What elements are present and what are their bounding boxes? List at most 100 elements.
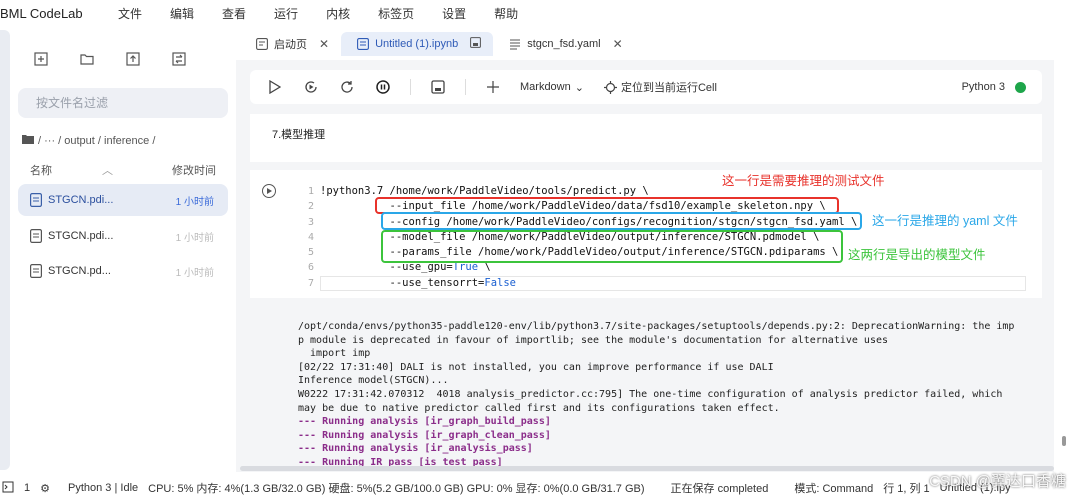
- tab-notebook[interactable]: Untitled (1).ipynb: [341, 32, 494, 56]
- menu-bar: BML CodeLab 文件 编辑 查看 运行 内核 标签页 设置 帮助: [0, 0, 1080, 26]
- kernel-status-dot: [1015, 81, 1026, 93]
- refresh-files-icon[interactable]: [168, 48, 190, 70]
- terminal-count: 1: [24, 482, 31, 494]
- sort-chevron-icon[interactable]: ︿: [102, 165, 113, 177]
- interrupt-kernel-icon[interactable]: [374, 78, 392, 96]
- locate-label: 定位到当前运行Cell: [620, 82, 717, 94]
- output-line: p module is deprecated in favour of impo…: [298, 334, 889, 346]
- file-browser-sidebar: 按文件名过滤 / ··· / output / inference / 名称 ︿ …: [0, 30, 236, 470]
- code-line: --use_tensorrt=False: [320, 276, 516, 289]
- line-number: 3: [307, 216, 314, 228]
- tab-label: stgcn_fsd.yaml: [527, 38, 601, 50]
- close-tab-icon[interactable]: ✕: [319, 37, 329, 51]
- output-line: [02/22 17:31:40] DALI is not installed, …: [298, 361, 774, 373]
- file-name: STGCN.pdi...: [48, 230, 114, 242]
- kernel-status[interactable]: Python 3 | Idle: [68, 482, 138, 494]
- cell-type-value: Markdown: [520, 81, 571, 93]
- output-line: import imp: [298, 348, 371, 360]
- run-cell-button[interactable]: [262, 184, 276, 198]
- menu-file[interactable]: 文件: [118, 5, 142, 22]
- save-status: 正在保存 completed: [670, 483, 769, 495]
- menu-kernel[interactable]: 内核: [326, 5, 350, 22]
- close-tab-icon[interactable]: ✕: [613, 37, 623, 51]
- line-number: 6: [307, 262, 314, 274]
- chevron-down-icon: ⌄: [574, 81, 584, 94]
- save-state-icon[interactable]: [470, 37, 482, 51]
- file-filter-input[interactable]: 按文件名过滤: [18, 88, 228, 118]
- add-cell-icon[interactable]: [484, 78, 502, 96]
- mode-indicator[interactable]: 模式: Command: [794, 480, 873, 496]
- notebook-panel: Markdown ⌄ 定位到当前运行Cell Python 3 7.模型推理 1…: [236, 60, 1054, 472]
- markdown-heading: 7.模型推理: [272, 129, 326, 141]
- run-cell-icon[interactable]: [266, 78, 284, 96]
- keyword-true: True: [452, 261, 479, 274]
- save-notebook-icon[interactable]: [429, 78, 447, 96]
- folder-icon: [22, 134, 34, 147]
- breadcrumb-path[interactable]: / ··· / output / inference /: [38, 135, 155, 147]
- new-file-icon[interactable]: [30, 48, 52, 70]
- line-number: 2: [307, 201, 314, 213]
- output-line: may be due to native predictor called fi…: [298, 402, 780, 414]
- name-column-header[interactable]: 名称 ︿: [30, 162, 113, 178]
- markdown-cell[interactable]: 7.模型推理: [250, 114, 1042, 162]
- new-folder-icon[interactable]: [76, 48, 98, 70]
- line-number: 7: [307, 277, 314, 289]
- line-number: 1: [307, 186, 314, 197]
- annotation-model-files: 这两行是导出的模型文件: [848, 248, 986, 262]
- tab-label: 启动页: [274, 39, 307, 51]
- toolbar-divider: [465, 79, 466, 95]
- tab-launcher[interactable]: 启动页 ✕: [240, 32, 341, 56]
- upload-icon[interactable]: [122, 48, 144, 70]
- file-icon: [30, 229, 42, 243]
- kernel-name: Python 3: [961, 81, 1005, 93]
- breadcrumb[interactable]: / ··· / output / inference /: [22, 134, 155, 147]
- menu-help[interactable]: 帮助: [494, 5, 518, 22]
- line-number: 5: [307, 247, 314, 259]
- cell-output: /opt/conda/envs/python35-paddle120-env/l…: [298, 320, 1042, 470]
- gear-icon[interactable]: ⚙: [40, 482, 50, 495]
- menu-run[interactable]: 运行: [274, 5, 298, 22]
- terminal-count-icon[interactable]: [2, 481, 14, 496]
- menu-tabs[interactable]: 标签页: [378, 5, 414, 22]
- notebook-icon: [357, 38, 370, 50]
- file-list-item[interactable]: STGCN.pdi... 1 小时前: [18, 220, 228, 252]
- crosshair-icon: [603, 80, 617, 94]
- status-bar: 1 ⚙ Python 3 | Idle CPU: 5% 内存: 4%(1.3 G…: [0, 476, 1080, 500]
- menu-edit[interactable]: 编辑: [170, 5, 194, 22]
- restart-kernel-icon[interactable]: [338, 78, 356, 96]
- config-highlight-box: [381, 212, 862, 230]
- model-files-highlight-box: [381, 230, 843, 263]
- keyword-false: False: [484, 276, 516, 289]
- output-line: /opt/conda/envs/python35-paddle120-env/l…: [298, 321, 1015, 332]
- line-number-gutter: 1 2 3 4 5 6 7: [294, 184, 314, 291]
- restart-run-icon[interactable]: [302, 78, 320, 96]
- cell-type-select[interactable]: Markdown ⌄: [520, 81, 584, 94]
- tab-yaml[interactable]: stgcn_fsd.yaml ✕: [493, 32, 634, 56]
- kernel-indicator[interactable]: Python 3: [962, 70, 1026, 104]
- output-line: W0222 17:31:42.070312 4018 analysis_pred…: [298, 388, 1003, 400]
- file-modified-time: 1 小时前: [175, 196, 214, 208]
- modified-column-header[interactable]: 修改时间: [172, 162, 216, 178]
- vertical-scrollbar[interactable]: [1062, 436, 1066, 446]
- app-title: BML CodeLab: [0, 5, 83, 21]
- launcher-icon: [256, 38, 268, 50]
- locate-running-cell-button[interactable]: 定位到当前运行Cell: [603, 79, 717, 95]
- document-tab-bar: 启动页 ✕ Untitled (1).ipynb stgcn_fsd.yaml …: [240, 30, 1080, 58]
- cursor-position[interactable]: 行 1, 列 1: [883, 480, 929, 496]
- text-file-icon: [510, 39, 521, 50]
- notebook-toolbar: Markdown ⌄ 定位到当前运行Cell Python 3: [250, 70, 1042, 104]
- csdn-watermark: CSDN @翼达口香糖: [929, 473, 1066, 490]
- file-name: STGCN.pdi...: [48, 194, 114, 206]
- annotation-yaml-file: 这一行是推理的 yaml 文件: [872, 214, 1018, 228]
- toolbar-divider: [410, 79, 411, 95]
- file-list-item[interactable]: STGCN.pdi... 1 小时前: [18, 184, 228, 216]
- menu-settings[interactable]: 设置: [442, 5, 466, 22]
- output-line: Inference model(STGCN)...: [298, 375, 449, 387]
- line-number: 4: [307, 231, 314, 243]
- menu-view[interactable]: 查看: [222, 5, 246, 22]
- output-line: --- Running analysis [ir_graph_clean_pas…: [298, 429, 551, 441]
- output-line: --- Running analysis [ir_graph_build_pas…: [298, 416, 551, 428]
- file-modified-time: 1 小时前: [175, 232, 214, 244]
- tab-label: Untitled (1).ipynb: [375, 38, 459, 50]
- file-list-item[interactable]: STGCN.pd... 1 小时前: [18, 255, 228, 287]
